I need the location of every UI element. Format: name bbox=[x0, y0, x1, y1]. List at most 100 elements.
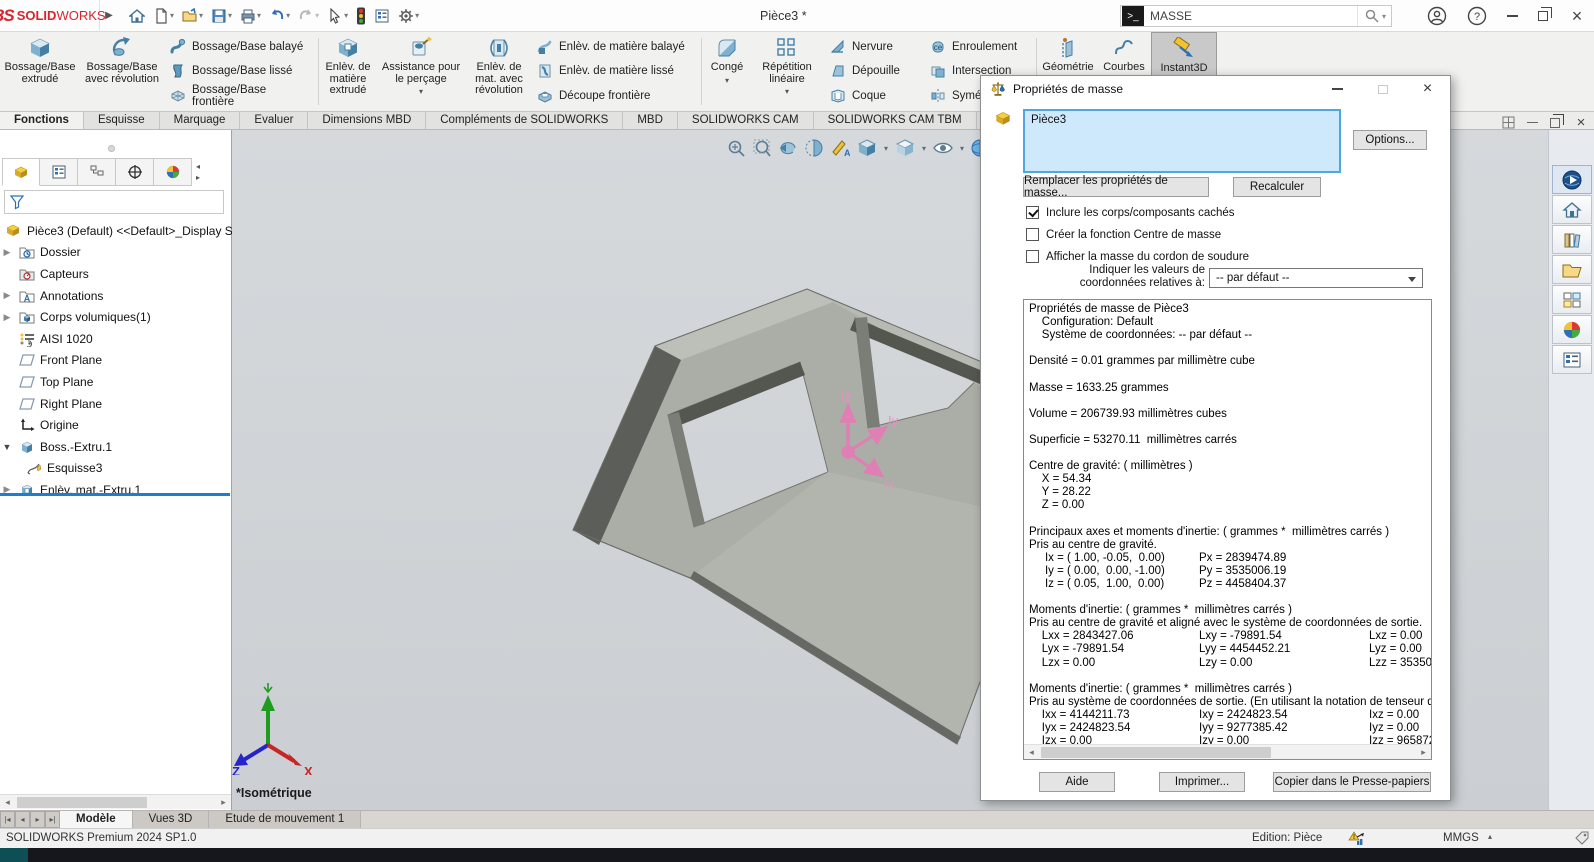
options-gear-icon[interactable]: ▾ bbox=[395, 3, 422, 29]
tree-item-annotations[interactable]: ▶ A Annotations bbox=[0, 285, 230, 307]
tree-item-right-plane[interactable]: Right Plane bbox=[0, 393, 230, 415]
linear-pattern-button[interactable]: Répétition linéaire ▾ bbox=[750, 32, 824, 111]
hide-show-items-icon[interactable] bbox=[932, 138, 954, 158]
tab-mbd[interactable]: MBD bbox=[623, 112, 678, 129]
dropdown-arrow[interactable]: ▾ bbox=[884, 144, 888, 153]
help-icon[interactable]: ? bbox=[1467, 6, 1487, 26]
next-tab-icon[interactable]: ▸ bbox=[30, 811, 45, 828]
undo-icon[interactable]: ▾ bbox=[266, 3, 293, 29]
boss-loft-button[interactable]: Bossage/Base lissé bbox=[170, 60, 310, 82]
tree-root[interactable]: Pièce3 (Default) <<Default>_Display S bbox=[0, 220, 230, 242]
checkbox-create-com[interactable]: Créer la fonction Centre de masse bbox=[1026, 228, 1221, 241]
window-close-icon[interactable]: × bbox=[1572, 114, 1590, 131]
coordinate-system-dropdown[interactable]: -- par défaut -- bbox=[1209, 268, 1423, 288]
tab-configuration-manager[interactable] bbox=[78, 158, 116, 186]
checkbox-icon[interactable] bbox=[1026, 228, 1039, 241]
section-view-icon[interactable] bbox=[804, 138, 824, 158]
tree-item-boss-extru1[interactable]: ▼ Boss.-Extru.1 bbox=[0, 436, 230, 458]
dropdown-arrow[interactable]: ▾ bbox=[725, 75, 729, 87]
close-icon[interactable]: × bbox=[1568, 6, 1586, 27]
zoom-fit-icon[interactable] bbox=[726, 138, 746, 158]
dropdown-arrow[interactable]: ▾ bbox=[960, 144, 964, 153]
tab-etude-mouvement[interactable]: Etude de mouvement 1 bbox=[209, 811, 361, 828]
panel-tab-scroll-arrows[interactable]: ◂▸ bbox=[192, 158, 200, 186]
tree-item-capteurs[interactable]: Capteurs bbox=[0, 263, 230, 285]
dialog-minimize-icon[interactable] bbox=[1315, 76, 1360, 102]
expander-icon[interactable]: ▶ bbox=[0, 290, 14, 301]
tab-modele[interactable]: Modèle bbox=[60, 811, 133, 828]
display-style-icon[interactable] bbox=[894, 138, 916, 158]
tree-item-dossier[interactable]: ▶ Dossier bbox=[0, 242, 230, 264]
tree-item-esquisse3[interactable]: Esquisse3 bbox=[0, 458, 230, 480]
expander-icon[interactable]: ▶ bbox=[0, 247, 14, 258]
dialog-title-bar[interactable]: Propriétés de masse × bbox=[981, 76, 1450, 102]
boss-extrude-button[interactable]: Bossage/Base extrudé bbox=[0, 32, 80, 111]
document-properties-icon[interactable] bbox=[371, 3, 393, 29]
view-orientation-icon[interactable] bbox=[856, 138, 878, 158]
redo-icon[interactable]: ▾ bbox=[295, 3, 322, 29]
select-cursor-icon[interactable]: ▾ bbox=[324, 3, 351, 29]
override-mass-properties-button[interactable]: Remplacer les propriétés de masse... bbox=[1023, 177, 1209, 197]
rib-button[interactable]: Nervure bbox=[830, 36, 918, 58]
options-button[interactable]: Options... bbox=[1353, 130, 1427, 150]
dialog-close-icon[interactable]: × bbox=[1405, 76, 1450, 102]
checkbox-icon[interactable] bbox=[1026, 206, 1039, 219]
tree-item-enlev-mat-extru1[interactable]: ▶ Enlèv. mat.-Extru.1 bbox=[0, 479, 230, 501]
tree-horizontal-scrollbar[interactable]: ◂ ▸ bbox=[0, 794, 231, 809]
save-icon[interactable]: ▾ bbox=[208, 3, 235, 29]
tab-complements[interactable]: Compléments de SOLIDWORKS bbox=[426, 112, 623, 129]
menu-expand-arrow[interactable]: ▶ bbox=[100, 10, 118, 21]
appearances-wheel-icon[interactable] bbox=[1552, 315, 1592, 344]
copy-to-clipboard-button[interactable]: Copier dans le Presse-papiers bbox=[1273, 772, 1431, 792]
tab-vues-3d[interactable]: Vues 3D bbox=[133, 811, 210, 828]
tab-solidworks-cam-tbm[interactable]: SOLIDWORKS CAM TBM bbox=[814, 112, 977, 129]
rollback-bar[interactable] bbox=[0, 493, 230, 496]
design-library-icon[interactable] bbox=[1552, 225, 1592, 254]
dropdown-arrow[interactable]: ▾ bbox=[419, 86, 423, 98]
status-units[interactable]: MMGS bbox=[1443, 832, 1479, 844]
last-tab-icon[interactable]: ▸| bbox=[45, 811, 60, 828]
resources-icon[interactable] bbox=[1552, 165, 1592, 194]
expander-icon[interactable]: ▶ bbox=[0, 312, 14, 323]
recalculate-button[interactable]: Recalculer bbox=[1233, 177, 1321, 197]
tree-filter-box[interactable] bbox=[4, 190, 224, 214]
view-palette-icon[interactable] bbox=[1552, 285, 1592, 314]
tab-dimensions-mbd[interactable]: Dimensions MBD bbox=[308, 112, 426, 129]
cut-loft-button[interactable]: Enlèv. de matière lissé bbox=[537, 60, 693, 82]
custom-properties-icon[interactable] bbox=[1552, 345, 1592, 374]
home-icon[interactable] bbox=[126, 3, 148, 29]
prev-tab-icon[interactable]: ◂ bbox=[15, 811, 30, 828]
window-restore-icon[interactable] bbox=[1550, 118, 1560, 128]
pane-grid-icon[interactable] bbox=[1502, 116, 1515, 129]
boss-boundary-button[interactable]: Bossage/Base frontière bbox=[170, 85, 310, 107]
tab-esquisse[interactable]: Esquisse bbox=[84, 112, 160, 129]
first-tab-icon[interactable]: |◂ bbox=[0, 811, 15, 828]
tab-dimxpert-manager[interactable] bbox=[116, 158, 154, 186]
cut-extrude-button[interactable]: Enlèv. de matière extrudé bbox=[321, 32, 375, 111]
tree-item-front-plane[interactable]: Front Plane bbox=[0, 350, 230, 372]
tab-evaluer[interactable]: Evaluer bbox=[240, 112, 308, 129]
tab-solidworks-cam[interactable]: SOLIDWORKS CAM bbox=[678, 112, 814, 129]
home-icon[interactable] bbox=[1552, 195, 1592, 224]
search-scope-dropdown[interactable]: ▾ bbox=[1382, 12, 1391, 21]
scroll-right-icon[interactable]: ▸ bbox=[1416, 747, 1431, 758]
performance-warning-icon[interactable]: ! bbox=[1348, 831, 1365, 846]
tab-featuremanager-tree[interactable] bbox=[2, 158, 40, 186]
dropdown-arrow[interactable]: ▾ bbox=[922, 144, 926, 153]
help-button[interactable]: Aide bbox=[1039, 772, 1115, 792]
hole-wizard-button[interactable]: Assistance pour le perçage ▾ bbox=[375, 32, 467, 111]
wrap-button[interactable]: ce Enroulement bbox=[930, 36, 1028, 58]
window-minimize-icon[interactable] bbox=[1527, 122, 1538, 124]
tree-item-corps-volumiques[interactable]: ▶ Corps volumiques(1) bbox=[0, 306, 230, 328]
checkbox-include-hidden[interactable]: Inclure les corps/composants cachés bbox=[1026, 206, 1235, 219]
tab-marquage[interactable]: Marquage bbox=[160, 112, 241, 129]
tree-item-origine[interactable]: Origine bbox=[0, 414, 230, 436]
selection-list[interactable]: Pièce3 bbox=[1023, 109, 1341, 173]
tree-item-top-plane[interactable]: Top Plane bbox=[0, 371, 230, 393]
shell-button[interactable]: Coque bbox=[830, 85, 918, 107]
mass-properties-results[interactable]: Propriétés de masse de Pièce3 Configurat… bbox=[1023, 299, 1432, 760]
checkbox-weld-bead-mass[interactable]: Afficher la masse du cordon de soudure bbox=[1026, 250, 1249, 263]
panel-splitter-handle[interactable] bbox=[108, 145, 115, 152]
fillet-button[interactable]: Congé ▾ bbox=[704, 32, 750, 111]
scroll-right-icon[interactable]: ▸ bbox=[216, 797, 231, 808]
